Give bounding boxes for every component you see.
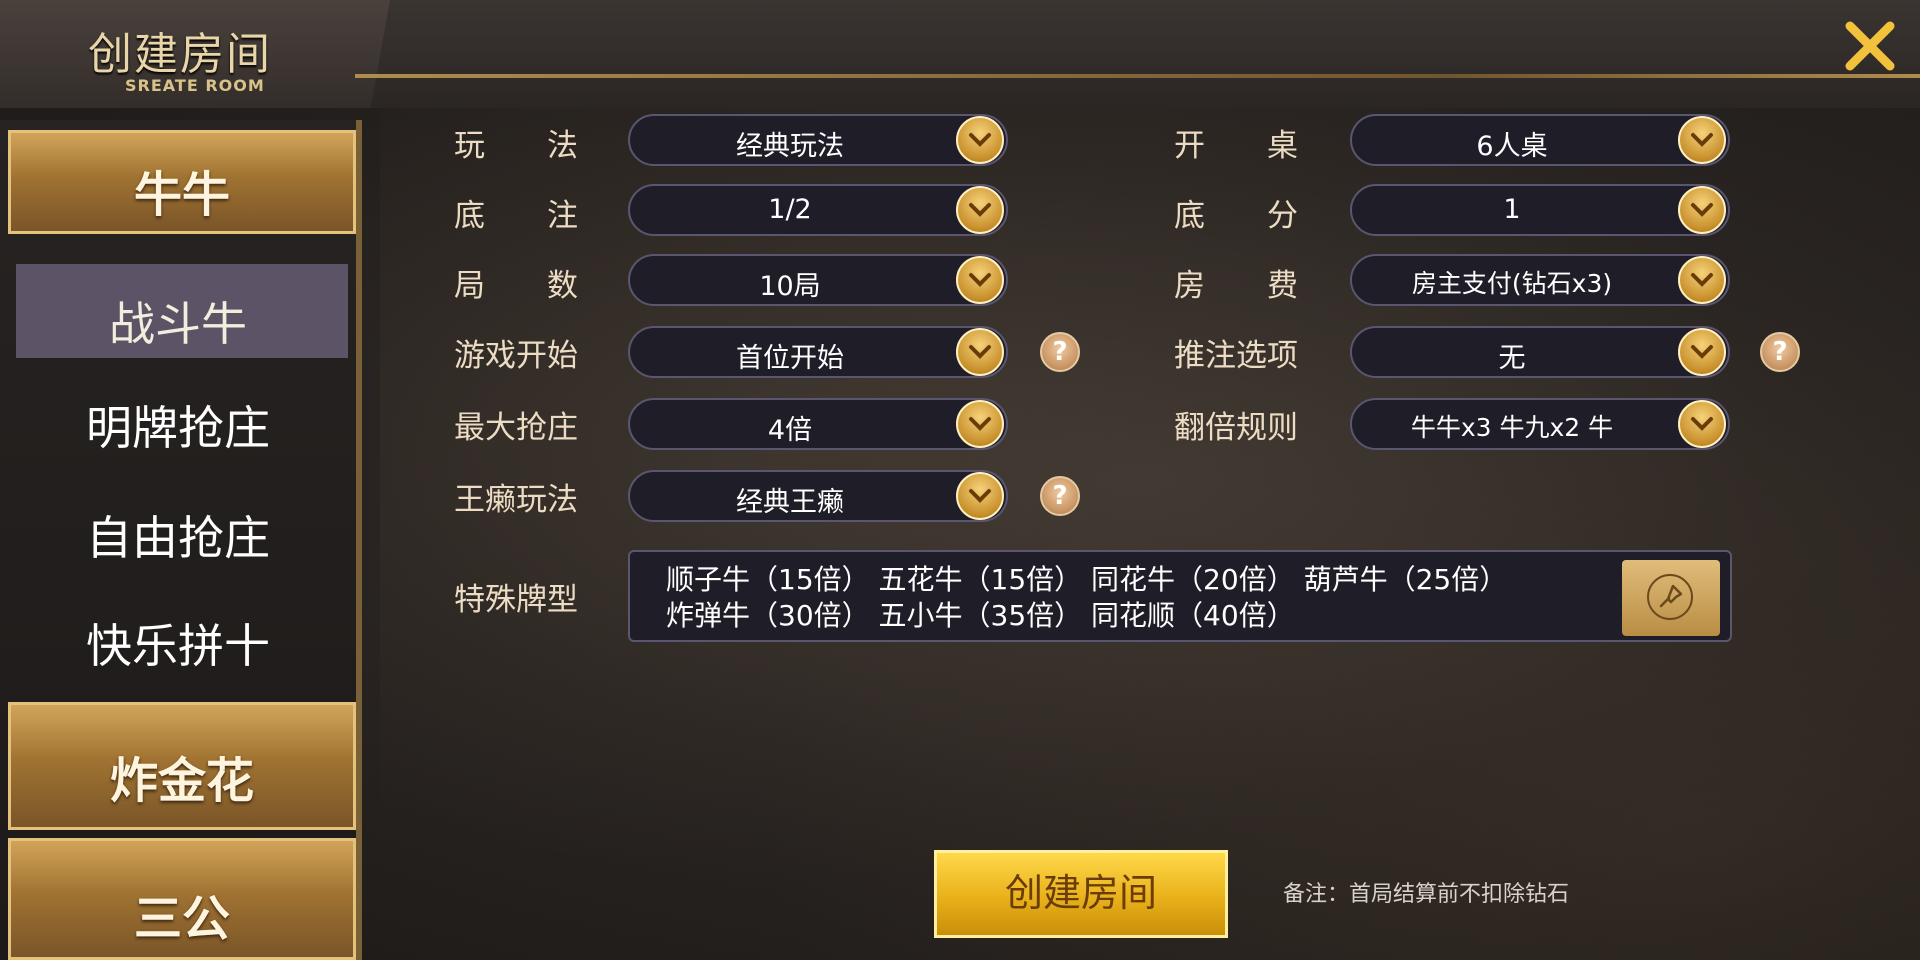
subitem-zhandouniu[interactable]: 战斗牛 (0, 288, 356, 354)
push-bet-help-icon[interactable]: ? (1760, 332, 1800, 372)
category-zhajinhua[interactable]: 炸金花 (8, 702, 356, 830)
base-score-select[interactable]: 1 (1350, 184, 1730, 236)
chevron-down-icon[interactable] (956, 116, 1004, 164)
play-mode-select[interactable]: 经典玩法 (628, 114, 1008, 166)
header-divider (355, 74, 1920, 78)
special-hands-label: 特殊牌型 (454, 582, 578, 618)
chevron-down-icon[interactable] (956, 400, 1004, 448)
page-subtitle: SREATE ROOM (125, 76, 265, 95)
chevron-down-icon[interactable] (956, 328, 1004, 376)
chevron-down-icon[interactable] (1678, 186, 1726, 234)
base-score-label: 底 分 (1174, 198, 1298, 234)
category-sangong[interactable]: 三公 (8, 838, 356, 960)
category-niuniu[interactable]: 牛牛 (8, 130, 356, 234)
double-rule-label: 翻倍规则 (1174, 410, 1298, 446)
room-fee-select[interactable]: 房主支付(钻石x3) (1350, 254, 1730, 306)
room-fee-value: 房主支付(钻石x3) (1411, 269, 1613, 298)
chevron-down-icon[interactable] (1678, 116, 1726, 164)
push-bet-label: 推注选项 (1174, 338, 1298, 374)
rounds-value: 10局 (759, 271, 821, 302)
special-hands-box: 顺子牛（15倍） 五花牛（15倍） 同花牛（20倍） 葫芦牛（25倍） 炸弹牛（… (628, 550, 1732, 642)
base-bet-value: 1/2 (768, 194, 812, 225)
special-hands-line-1: 顺子牛（15倍） 五花牛（15倍） 同花牛（20倍） 葫芦牛（25倍） (666, 563, 1508, 596)
special-hands-line-2: 炸弹牛（30倍） 五小牛（35倍） 同花顺（40倍） (666, 599, 1295, 632)
double-rule-select[interactable]: 牛牛x3 牛九x2 牛 (1350, 398, 1730, 450)
game-start-select[interactable]: 首位开始 (628, 326, 1008, 378)
base-bet-select[interactable]: 1/2 (628, 184, 1008, 236)
game-start-help-icon[interactable]: ? (1040, 332, 1080, 372)
category-label: 三公 (133, 891, 230, 947)
subitem-kuaile-pinshi[interactable]: 快乐拼十 (0, 610, 356, 676)
max-banker-select[interactable]: 4倍 (628, 398, 1008, 450)
rounds-label: 局 数 (454, 268, 578, 304)
close-button[interactable] (1840, 16, 1900, 76)
wild-play-value: 经典王癞 (736, 487, 844, 518)
max-banker-value: 4倍 (767, 415, 813, 446)
subitem-mingpai-qiangzhuang[interactable]: 明牌抢庄 (0, 392, 356, 458)
game-start-value: 首位开始 (736, 343, 844, 374)
base-bet-label: 底 注 (454, 198, 578, 234)
room-fee-label: 房 费 (1174, 268, 1298, 304)
pin-icon (1647, 574, 1693, 620)
double-rule-value: 牛牛x3 牛九x2 牛 (1410, 413, 1614, 442)
rounds-select[interactable]: 10局 (628, 254, 1008, 306)
category-label: 炸金花 (109, 753, 254, 809)
play-mode-label: 玩 法 (454, 128, 578, 164)
game-start-label: 游戏开始 (454, 338, 578, 374)
max-banker-label: 最大抢庄 (454, 410, 578, 446)
page-title: 创建房间 (88, 29, 272, 80)
create-room-button[interactable]: 创建房间 (934, 850, 1228, 938)
table-value: 6人桌 (1476, 131, 1548, 162)
wild-play-help-icon[interactable]: ? (1040, 476, 1080, 516)
game-sidebar: 牛牛 战斗牛 明牌抢庄 自由抢庄 快乐拼十 炸金花 三公 (0, 120, 362, 960)
wild-play-label: 王癞玩法 (454, 482, 578, 518)
room-settings-panel: 玩 法 经典玩法 底 注 1/2 局 数 10局 游戏开始 首位开始 ? 最大抢… (362, 108, 1920, 960)
subitem-ziyou-qiangzhuang[interactable]: 自由抢庄 (0, 502, 356, 568)
push-bet-select[interactable]: 无 (1350, 326, 1730, 378)
table-select[interactable]: 6人桌 (1350, 114, 1730, 166)
push-bet-value: 无 (1498, 343, 1526, 374)
table-label: 开 桌 (1174, 128, 1298, 164)
close-icon (1845, 21, 1895, 71)
chevron-down-icon[interactable] (956, 256, 1004, 304)
chevron-down-icon[interactable] (956, 472, 1004, 520)
chevron-down-icon[interactable] (1678, 256, 1726, 304)
wild-play-select[interactable]: 经典王癞 (628, 470, 1008, 522)
footer-note: 备注：首局结算前不扣除钻石 (1283, 882, 1570, 907)
chevron-down-icon[interactable] (1678, 328, 1726, 376)
base-score-value: 1 (1503, 194, 1521, 225)
chevron-down-icon[interactable] (1678, 400, 1726, 448)
edit-special-hands-button[interactable] (1622, 560, 1720, 636)
chevron-down-icon[interactable] (956, 186, 1004, 234)
category-label: 牛牛 (133, 167, 230, 223)
play-mode-value: 经典玩法 (736, 131, 844, 162)
